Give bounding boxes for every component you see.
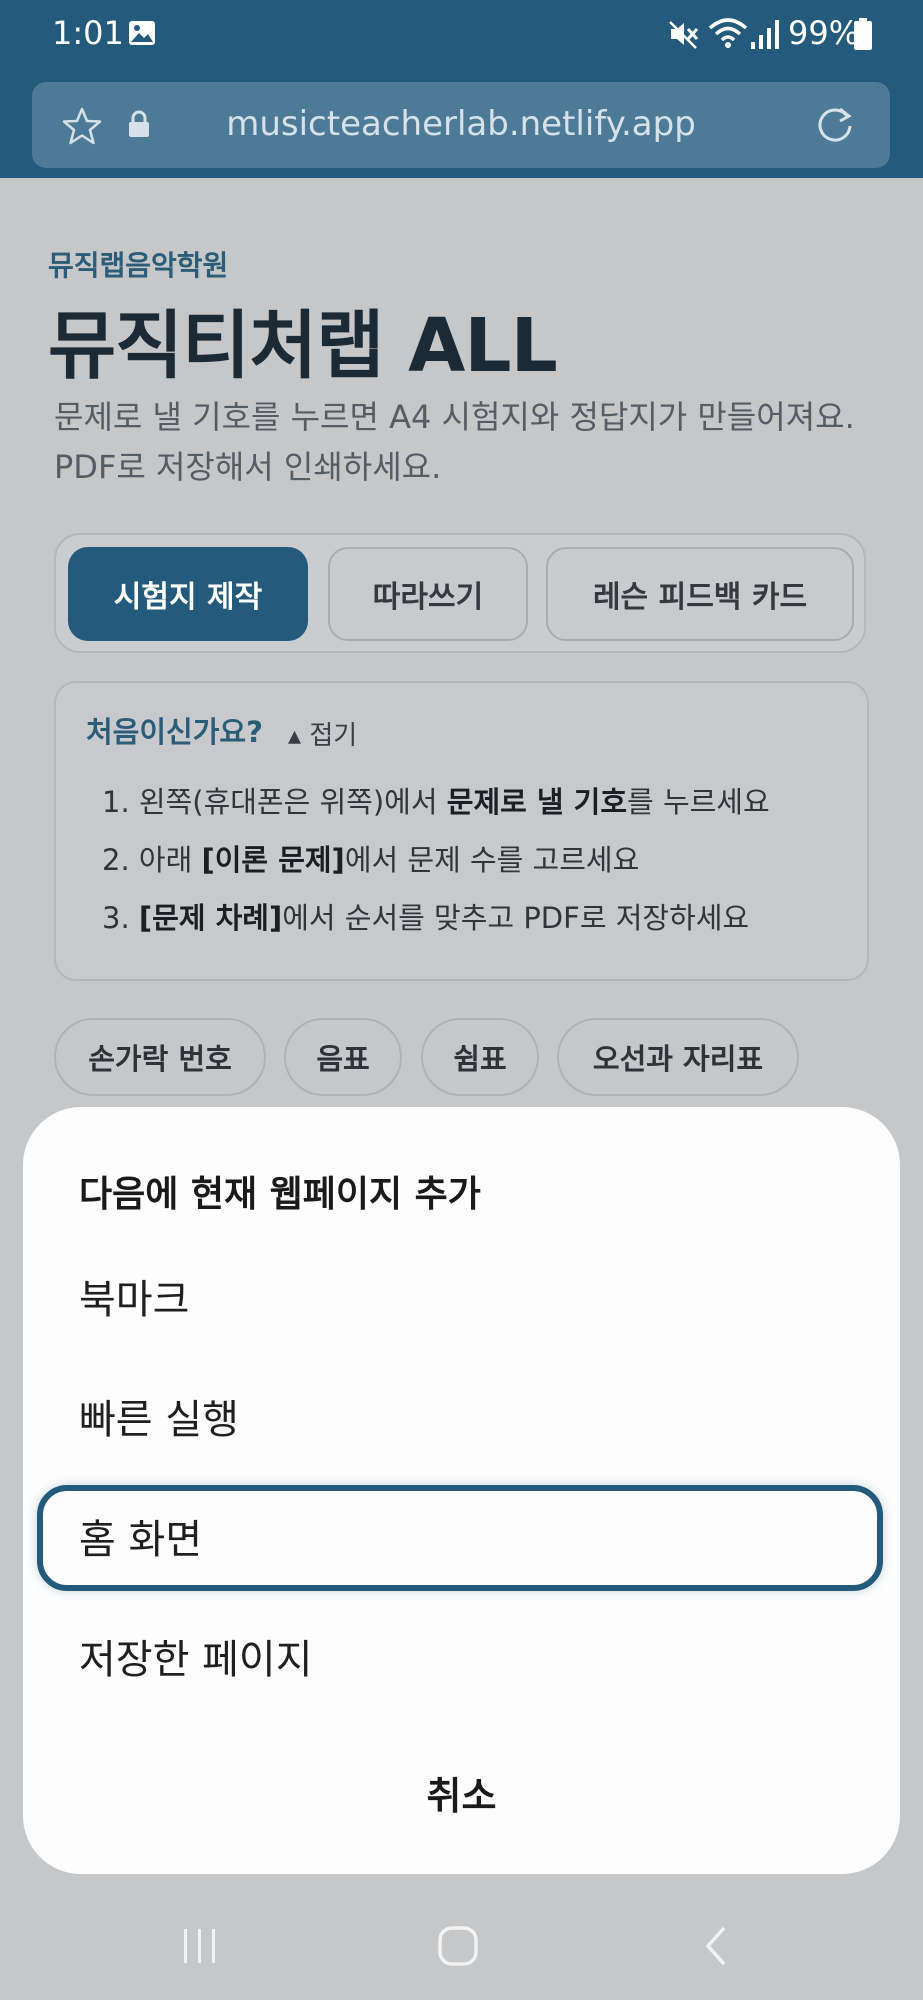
add-page-sheet: 다음에 현재 웹페이지 추가 북마크 빠른 실행 홈 화면 저장한 페이지 취소 [23, 1107, 900, 1874]
tab-test-maker[interactable]: 시험지 제작 [68, 547, 308, 641]
guide-step: 1. 왼쪽(휴대폰은 위쪽)에서 문제로 낼 기호를 누르세요 [102, 785, 770, 819]
signal-icon [751, 20, 779, 49]
recent-apps-icon[interactable] [180, 1926, 220, 1966]
cancel-button[interactable]: 취소 [23, 1765, 900, 1820]
address-bar[interactable]: musicteacherlab.netlify.app [32, 82, 890, 168]
menu-item-quick-access[interactable]: 빠른 실행 [79, 1387, 239, 1445]
mute-icon [669, 21, 699, 49]
sheet-title: 다음에 현재 웹페이지 추가 [79, 1174, 481, 1215]
academy-name: 뮤직랩음악학원 [48, 249, 229, 282]
gallery-icon [129, 21, 155, 45]
battery-level: 99% [788, 14, 860, 52]
guide-collapse-toggle[interactable]: ▴ 접기 [288, 715, 357, 752]
guide-step: 2. 아래 [이론 문제]에서 문제 수를 고르세요 [102, 843, 640, 877]
tab-lesson-feedback[interactable]: 레슨 피드백 카드 [546, 547, 854, 641]
menu-item-home-screen[interactable]: 홈 화면 [79, 1507, 202, 1565]
back-icon[interactable] [700, 1924, 730, 1968]
browser-toolbar: musicteacherlab.netlify.app [0, 72, 923, 178]
status-bar: 1:01 99% [0, 0, 923, 72]
battery-icon [854, 18, 872, 50]
menu-item-saved-pages[interactable]: 저장한 페이지 [79, 1627, 313, 1685]
page-description: 문제로 낼 기호를 누르면 A4 시험지와 정답지가 만들어져요. PDF로 저… [54, 398, 855, 486]
guide-panel: 처음이신가요? ▴ 접기 1. 왼쪽(휴대폰은 위쪽)에서 문제로 낼 기호를 … [54, 681, 869, 981]
tab-bar: 시험지 제작 따라쓰기 레슨 피드백 카드 [54, 533, 866, 653]
guide-title: 처음이신가요? [86, 715, 263, 749]
system-nav-bar [0, 1880, 923, 2000]
chip-finger-number[interactable]: 손가락 번호 [54, 1018, 266, 1096]
home-icon[interactable] [436, 1924, 480, 1968]
menu-item-bookmark[interactable]: 북마크 [79, 1267, 189, 1325]
wifi-icon [708, 18, 748, 48]
status-time: 1:01 [52, 14, 124, 52]
tab-tracing[interactable]: 따라쓰기 [328, 547, 528, 641]
chip-staff[interactable]: 오선과 자리표 [557, 1018, 799, 1096]
chip-rests[interactable]: 쉼표 [421, 1018, 539, 1096]
page-title: 뮤직티처랩 ALL [48, 303, 558, 389]
guide-step: 3. [문제 차례]에서 순서를 맞추고 PDF로 저장하세요 [102, 901, 750, 935]
reload-icon[interactable] [814, 104, 856, 146]
url-text[interactable]: musicteacherlab.netlify.app [32, 104, 890, 144]
chip-notes[interactable]: 음표 [284, 1018, 402, 1096]
guide-steps: 1. 왼쪽(휴대폰은 위쪽)에서 문제로 낼 기호를 누르세요 2. 아래 [이… [102, 779, 770, 953]
